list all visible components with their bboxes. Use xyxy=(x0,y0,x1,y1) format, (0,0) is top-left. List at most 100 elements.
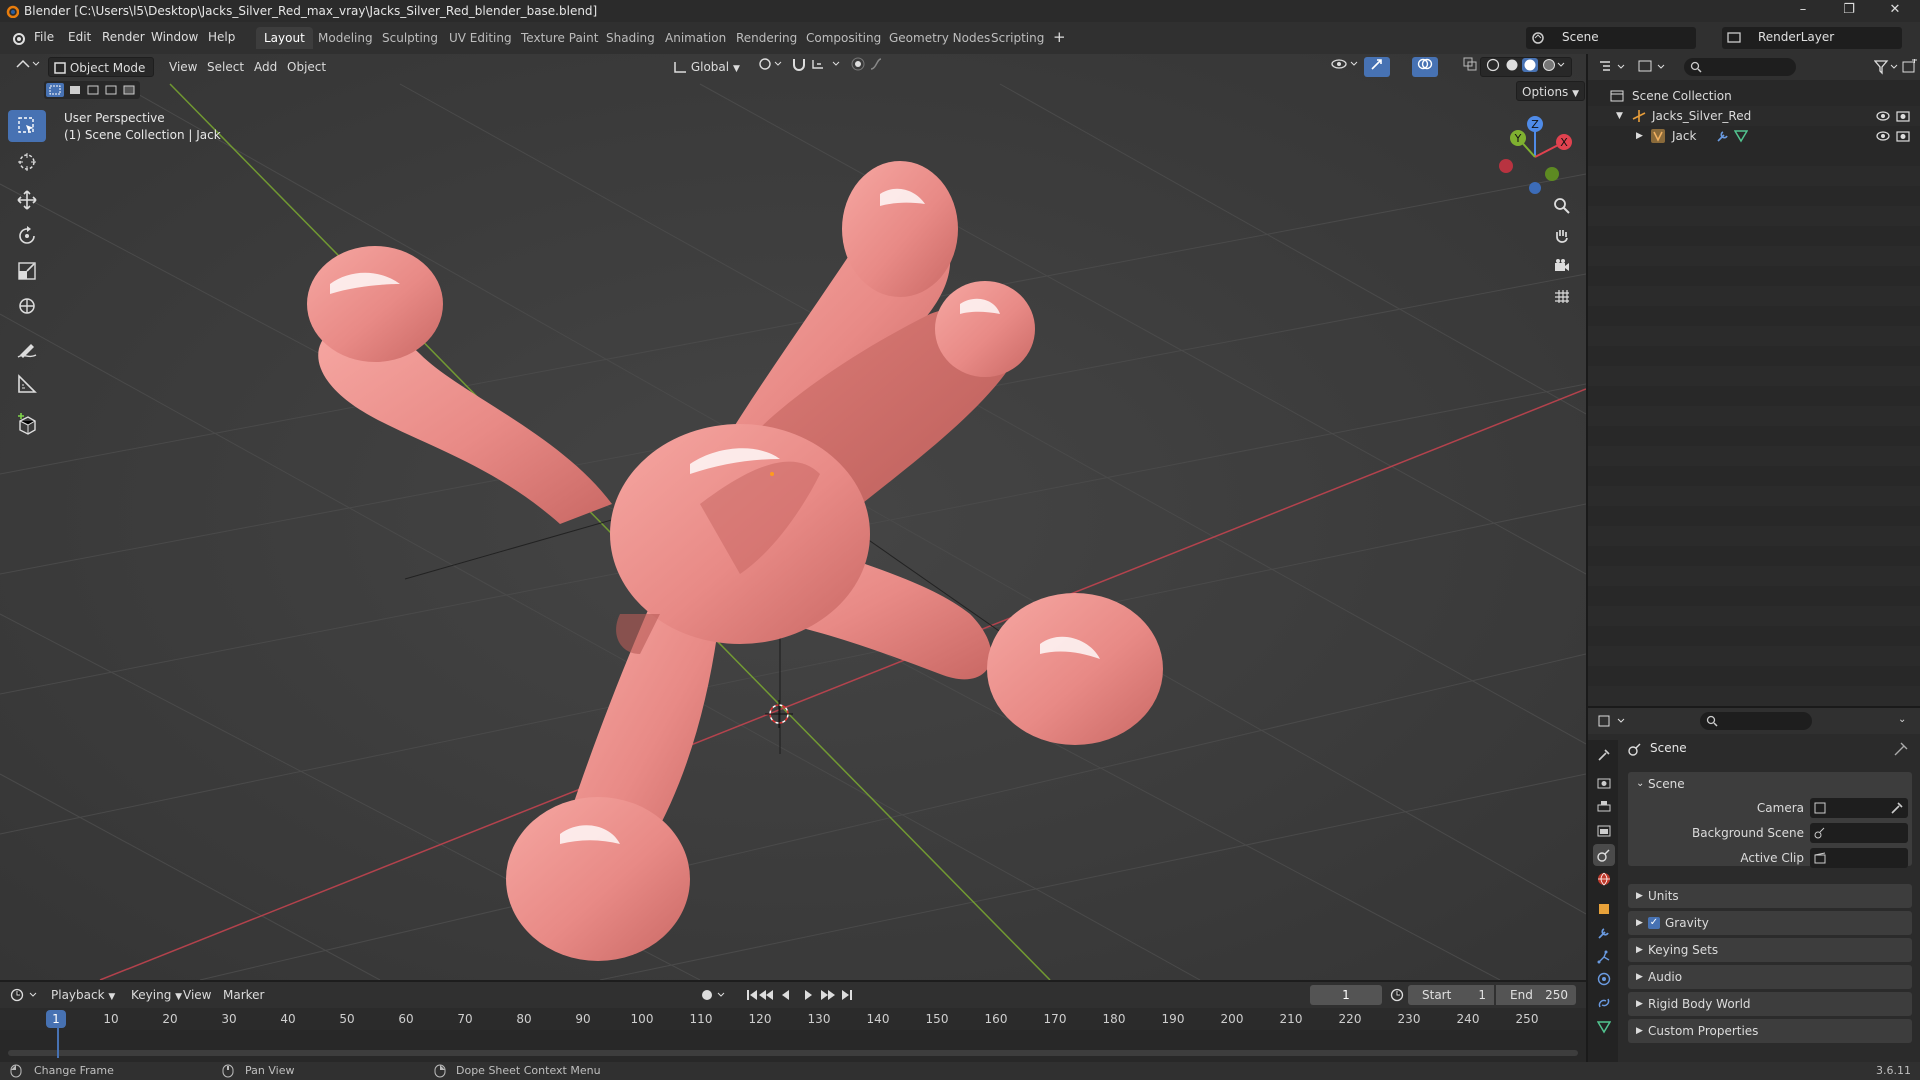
filter-icon[interactable] xyxy=(1874,59,1902,75)
modifier-tab[interactable] xyxy=(1593,922,1615,944)
proportional-editing-button[interactable] xyxy=(846,57,900,77)
playhead[interactable]: 1 xyxy=(46,1010,66,1028)
active-clip-field[interactable] xyxy=(1810,848,1908,868)
viewport-menu-select[interactable]: Select xyxy=(202,57,249,77)
particles-tab[interactable] xyxy=(1593,946,1615,968)
tab-rendering[interactable]: Rendering xyxy=(728,27,805,49)
camera-view-icon[interactable] xyxy=(1548,252,1576,280)
render-camera-icon[interactable] xyxy=(1896,129,1910,142)
modifier-wrench-icon[interactable] xyxy=(1716,129,1730,143)
chevron-down-icon[interactable]: ⌄ xyxy=(1898,714,1906,725)
render-camera-icon[interactable] xyxy=(1896,109,1910,122)
scene-selector[interactable]: Scene xyxy=(1526,27,1696,49)
viewport-menu-add[interactable]: Add xyxy=(249,57,282,77)
auto-keying-record-icon[interactable] xyxy=(700,988,730,1002)
maximize-button[interactable]: ❐ xyxy=(1826,0,1872,22)
view-layer-tab[interactable] xyxy=(1593,820,1615,842)
tab-shading[interactable]: Shading xyxy=(598,27,663,49)
rotate-tool[interactable] xyxy=(8,220,46,252)
start-frame-field[interactable]: Start 1 xyxy=(1408,985,1494,1005)
mode-selector[interactable]: Object Mode ▼ xyxy=(48,57,154,95)
expand-arrow-icon[interactable]: ▼ xyxy=(1616,106,1623,126)
shading-mode-group[interactable] xyxy=(1480,57,1572,77)
annotate-tool[interactable] xyxy=(8,332,46,364)
zoom-view-icon[interactable] xyxy=(1548,192,1576,220)
outliner-editor-type-icon[interactable] xyxy=(1598,60,1628,74)
menu-edit[interactable]: Edit xyxy=(68,30,91,44)
tab-uv-editing[interactable]: UV Editing xyxy=(441,27,520,49)
constraints-tab[interactable] xyxy=(1593,992,1615,1014)
outliner-row-scene-collection[interactable]: Scene Collection xyxy=(1588,86,1920,106)
tab-texture-paint[interactable]: Texture Paint xyxy=(513,27,606,49)
xray-toggle-button[interactable] xyxy=(1458,57,1482,77)
3d-viewport[interactable]: User Perspective (1) Scene Collection | … xyxy=(0,54,1586,980)
background-scene-field[interactable] xyxy=(1810,823,1908,843)
tab-sculpting[interactable]: Sculpting xyxy=(374,27,446,49)
keying-sets-panel[interactable]: ▶ Keying Sets xyxy=(1628,938,1912,962)
menu-render[interactable]: Render xyxy=(102,30,145,44)
cursor-tool[interactable] xyxy=(8,146,46,178)
tab-layout[interactable]: Layout xyxy=(256,27,313,49)
world-tab[interactable] xyxy=(1593,868,1615,890)
properties-search-input[interactable] xyxy=(1700,712,1812,730)
audio-panel[interactable]: ▶ Audio xyxy=(1628,965,1912,989)
add-cube-tool[interactable] xyxy=(8,408,46,440)
data-tab[interactable] xyxy=(1593,1016,1615,1038)
tab-scripting[interactable]: Scripting xyxy=(983,27,1052,49)
object-tab[interactable] xyxy=(1593,898,1615,920)
timeline-editor-type-icon[interactable] xyxy=(10,988,40,1002)
physics-tab[interactable] xyxy=(1593,968,1615,990)
gravity-checkbox[interactable]: ✓ xyxy=(1648,917,1660,929)
outliner-row-collection[interactable]: ▼ Jacks_Silver_Red xyxy=(1588,106,1920,126)
display-mode-icon[interactable] xyxy=(1638,60,1668,74)
minimize-button[interactable]: – xyxy=(1780,0,1826,22)
navigation-gizmo[interactable]: Z X Y xyxy=(1492,114,1578,194)
expand-arrow-icon[interactable]: ▶ xyxy=(1636,126,1643,146)
blender-menu-icon[interactable] xyxy=(10,30,26,46)
gizmo-neg-y[interactable] xyxy=(1545,167,1559,181)
visibility-eye-icon[interactable] xyxy=(1876,110,1890,122)
output-tab[interactable] xyxy=(1593,796,1615,818)
tool-tab[interactable] xyxy=(1593,744,1615,766)
viewport-options-button[interactable]: Options ▼ xyxy=(1516,81,1586,101)
tab-compositing[interactable]: Compositing xyxy=(798,27,889,49)
render-tab[interactable] xyxy=(1593,772,1615,794)
new-collection-icon[interactable] xyxy=(1902,59,1918,75)
timeline-scrollbar[interactable] xyxy=(8,1050,1578,1056)
move-tool[interactable] xyxy=(8,184,46,216)
playback-controls[interactable] xyxy=(746,988,862,1002)
pan-view-hand-icon[interactable] xyxy=(1548,222,1576,250)
tab-modeling[interactable]: Modeling xyxy=(310,27,381,49)
viewport-canvas[interactable] xyxy=(0,54,1586,980)
viewport-menu-object[interactable]: Object xyxy=(282,57,331,77)
editor-type-button[interactable] xyxy=(10,57,46,77)
custom-properties-panel[interactable]: ▶ Custom Properties xyxy=(1628,1019,1912,1043)
camera-field[interactable] xyxy=(1810,798,1908,818)
tab-geometry-nodes[interactable]: Geometry Nodes xyxy=(881,27,998,49)
measure-tool[interactable] xyxy=(8,368,46,400)
pin-icon[interactable] xyxy=(1894,742,1908,756)
outliner-row-object[interactable]: ▶ Jack xyxy=(1588,126,1920,146)
transform-tool[interactable] xyxy=(8,290,46,322)
pivot-point-button[interactable] xyxy=(752,57,788,77)
gizmo-neg-z[interactable] xyxy=(1529,182,1541,194)
outliner-search-input[interactable] xyxy=(1684,58,1796,76)
timeline-menu-view[interactable]: View xyxy=(178,985,216,1005)
scene-tab[interactable] xyxy=(1593,844,1615,866)
close-button[interactable]: ✕ xyxy=(1872,0,1918,22)
visibility-selector-button[interactable] xyxy=(1326,57,1366,77)
viewport-menu-view[interactable]: View xyxy=(164,57,202,77)
select-box-tool[interactable] xyxy=(8,110,46,142)
properties-editor-type-icon[interactable] xyxy=(1598,714,1628,728)
snap-toggle-button[interactable] xyxy=(786,57,850,77)
scene-section-title[interactable]: Scene xyxy=(1648,772,1685,796)
eyedropper-icon[interactable] xyxy=(1890,801,1904,815)
units-panel[interactable]: ▶ Units xyxy=(1628,884,1912,908)
gizmo-neg-x[interactable] xyxy=(1499,159,1513,173)
visibility-eye-icon[interactable] xyxy=(1876,130,1890,142)
chevron-down-icon[interactable]: ⌄ xyxy=(1636,772,1644,796)
menu-window[interactable]: Window xyxy=(151,30,198,44)
timeline-menu-playback[interactable]: Playback ▼ xyxy=(46,985,120,1005)
tab-animation[interactable]: Animation xyxy=(657,27,734,49)
view-layer-selector[interactable]: RenderLayer xyxy=(1722,27,1902,49)
